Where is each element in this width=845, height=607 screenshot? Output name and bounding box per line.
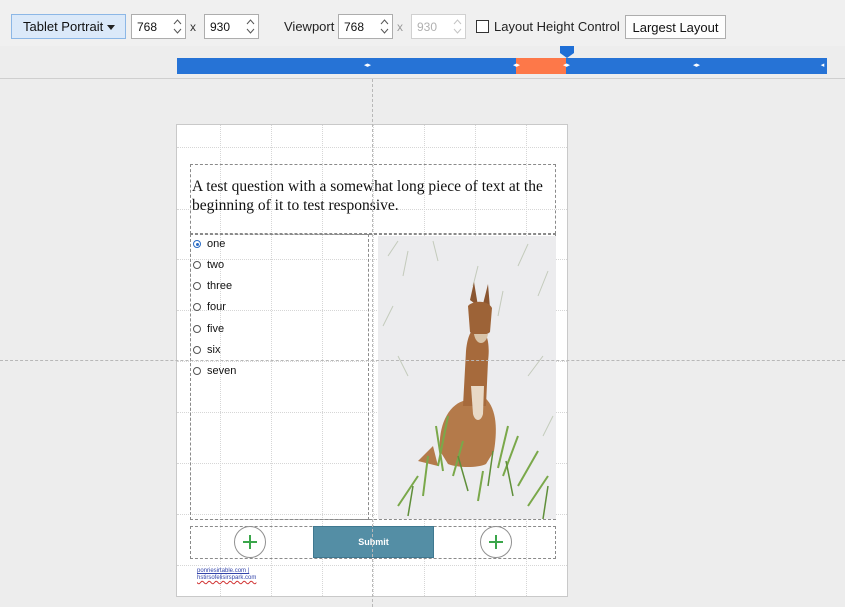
breakpoint-segment[interactable]: [367, 58, 516, 74]
spin-arrows-icon[interactable]: [245, 17, 256, 36]
submit-button[interactable]: Submit: [313, 526, 434, 558]
dimension-separator: x: [190, 20, 196, 34]
layout-height-checkbox[interactable]: [476, 20, 489, 33]
radio-icon[interactable]: [193, 261, 201, 269]
radio-selected-icon[interactable]: [193, 240, 201, 248]
breakpoint-segment[interactable]: [177, 58, 367, 74]
breakpoint-handle-icon[interactable]: ◂: [819, 62, 826, 70]
dimension-separator: x: [397, 20, 403, 34]
radio-icon[interactable]: [193, 346, 201, 354]
viewport-height-value: 930: [417, 19, 438, 34]
layout-height-label: Layout Height Control: [494, 19, 620, 34]
viewport-label: Viewport: [284, 19, 335, 34]
option-three[interactable]: three: [193, 279, 232, 293]
footer-link-1[interactable]: ponriesirtable.com |: [197, 568, 249, 574]
add-left-button[interactable]: [234, 526, 266, 558]
breakpoint-segment-active[interactable]: [516, 58, 566, 74]
foal-photo: [378, 236, 556, 519]
device-toolbar: Tablet Portrait 768 x 930 Viewport 768 x…: [0, 0, 845, 46]
spin-arrows-icon[interactable]: [379, 17, 390, 36]
breakpoint-handle-icon[interactable]: ◂▸: [693, 62, 700, 70]
plus-icon: [489, 535, 503, 549]
radio-icon[interactable]: [193, 303, 201, 311]
option-label: one: [207, 238, 226, 250]
option-five[interactable]: five: [193, 322, 224, 336]
option-label: five: [207, 323, 225, 335]
breakpoint-marker-icon[interactable]: [559, 45, 575, 59]
device-preset-label: Tablet Portrait: [23, 19, 104, 34]
option-label: seven: [207, 365, 237, 377]
vertical-guide-line: [372, 79, 373, 607]
device-height-value: 930: [210, 19, 231, 34]
option-label: four: [207, 301, 226, 313]
viewport-height-stepper: 930: [411, 14, 466, 39]
breakpoint-bar: ◂▸ ◂▸ ◂▸ ◂▸ ◂: [177, 58, 827, 74]
option-one[interactable]: one: [193, 237, 225, 251]
breakpoint-handle-icon[interactable]: ◂▸: [364, 62, 371, 70]
horizontal-guide-line: [0, 360, 845, 361]
option-two[interactable]: two: [193, 258, 224, 272]
option-six[interactable]: six: [193, 343, 220, 357]
device-width-stepper[interactable]: 768: [131, 14, 186, 39]
option-four[interactable]: four: [193, 300, 226, 314]
breakpoint-handle-icon[interactable]: ◂▸: [513, 62, 520, 70]
add-right-button[interactable]: [480, 526, 512, 558]
plus-icon: [243, 535, 257, 549]
radio-icon[interactable]: [193, 367, 201, 375]
breakpoint-segment[interactable]: [566, 58, 696, 74]
device-height-stepper[interactable]: 930: [204, 14, 259, 39]
spin-arrows-icon: [452, 17, 463, 36]
breakpoint-handle-icon[interactable]: ◂▸: [563, 62, 570, 70]
largest-layout-button[interactable]: Largest Layout: [625, 15, 726, 39]
radio-icon[interactable]: [193, 282, 201, 290]
device-preset-dropdown[interactable]: Tablet Portrait: [11, 14, 126, 39]
viewport-width-value: 768: [344, 19, 365, 34]
question-text: A test question with a somewhat long pie…: [192, 178, 543, 214]
option-label: six: [207, 344, 221, 356]
chevron-down-icon: [107, 25, 115, 30]
device-width-value: 768: [137, 19, 158, 34]
toolbar-divider: [0, 78, 845, 79]
radio-icon[interactable]: [193, 325, 201, 333]
option-seven[interactable]: seven: [193, 364, 236, 378]
footer-link-2[interactable]: hstirsofelisirspark.com: [197, 575, 256, 581]
option-label: three: [207, 280, 233, 292]
viewport-width-stepper[interactable]: 768: [338, 14, 393, 39]
footer-links: ponriesirtable.com | hstirsofelisirspark…: [197, 568, 256, 582]
spin-arrows-icon[interactable]: [172, 17, 183, 36]
option-label: two: [207, 259, 225, 271]
breakpoint-segment[interactable]: [696, 58, 827, 74]
